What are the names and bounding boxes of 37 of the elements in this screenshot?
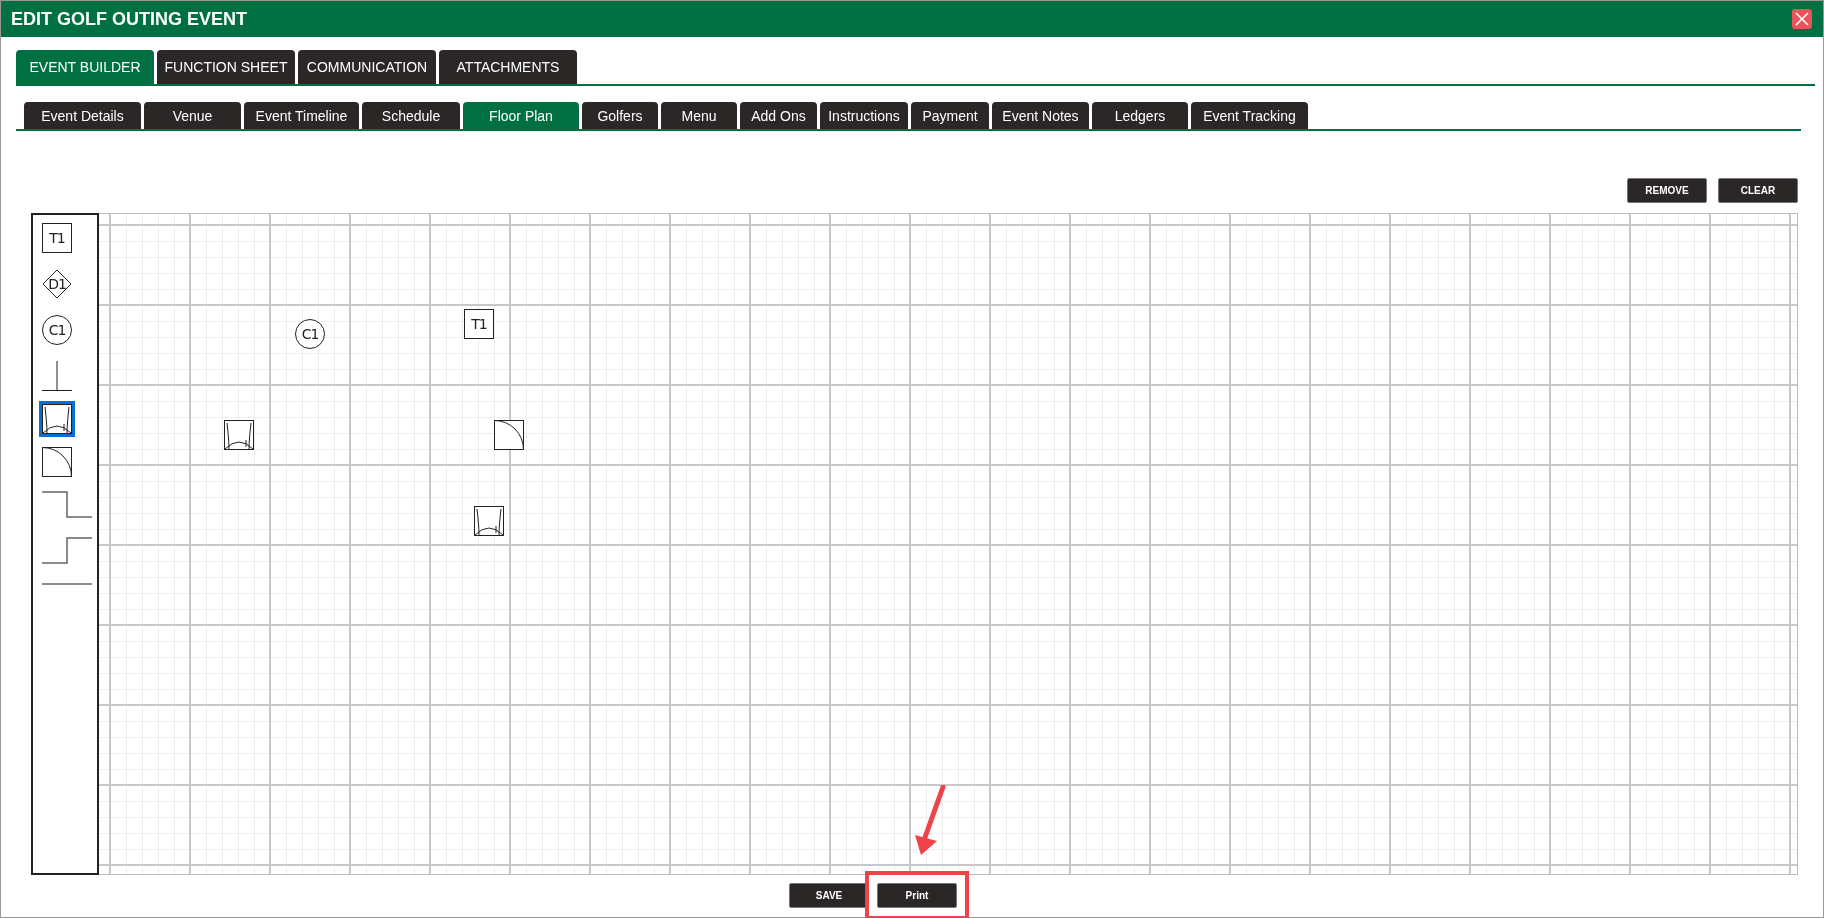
tab[interactable]: EVENT BUILDER (16, 50, 154, 84)
tab[interactable]: Golfers (582, 102, 658, 129)
tab[interactable]: Venue (144, 102, 241, 129)
diamond-marker[interactable]: D1 (42, 269, 72, 299)
tab[interactable]: Add Ons (740, 102, 817, 129)
door-swing-icon[interactable] (42, 447, 72, 477)
tab[interactable]: COMMUNICATION (298, 50, 436, 84)
table-marker[interactable]: T1 (42, 223, 72, 253)
tab[interactable]: Ledgers (1092, 102, 1188, 129)
toolbar-button[interactable]: CLEAR (1718, 178, 1798, 203)
tab[interactable]: Schedule (362, 102, 460, 129)
tab[interactable]: Event Notes (992, 102, 1089, 129)
tab[interactable]: Menu (661, 102, 737, 129)
tab[interactable]: FUNCTION SHEET (157, 50, 295, 84)
chair-icon[interactable] (42, 404, 72, 434)
tab[interactable]: Event Tracking (1191, 102, 1308, 129)
toolbar-button[interactable]: REMOVE (1627, 178, 1707, 203)
step-down-icon[interactable] (42, 491, 92, 518)
window-title: EDIT GOLF OUTING EVENT (11, 8, 247, 30)
round-table-marker[interactable]: C1 (295, 319, 325, 349)
tab[interactable]: Event Details (24, 102, 141, 129)
chair-icon[interactable] (474, 506, 504, 536)
footer-button[interactable]: Print (877, 883, 957, 908)
close-button[interactable] (1792, 9, 1812, 29)
table-marker[interactable]: T1 (464, 309, 494, 339)
tab[interactable]: Event Timeline (244, 102, 359, 129)
close-icon (1795, 12, 1809, 26)
step-up-icon[interactable] (42, 537, 92, 564)
tab[interactable]: Payment (911, 102, 989, 129)
tab[interactable]: Floor Plan (463, 102, 579, 129)
chair-icon[interactable] (224, 420, 254, 450)
wall-t-icon[interactable] (42, 361, 72, 391)
tab[interactable]: ATTACHMENTS (439, 50, 577, 84)
round-table-marker[interactable]: C1 (42, 315, 72, 345)
pointer-arrow (913, 785, 947, 857)
door-swing-icon[interactable] (494, 420, 524, 450)
tab[interactable]: Instructions (820, 102, 908, 129)
